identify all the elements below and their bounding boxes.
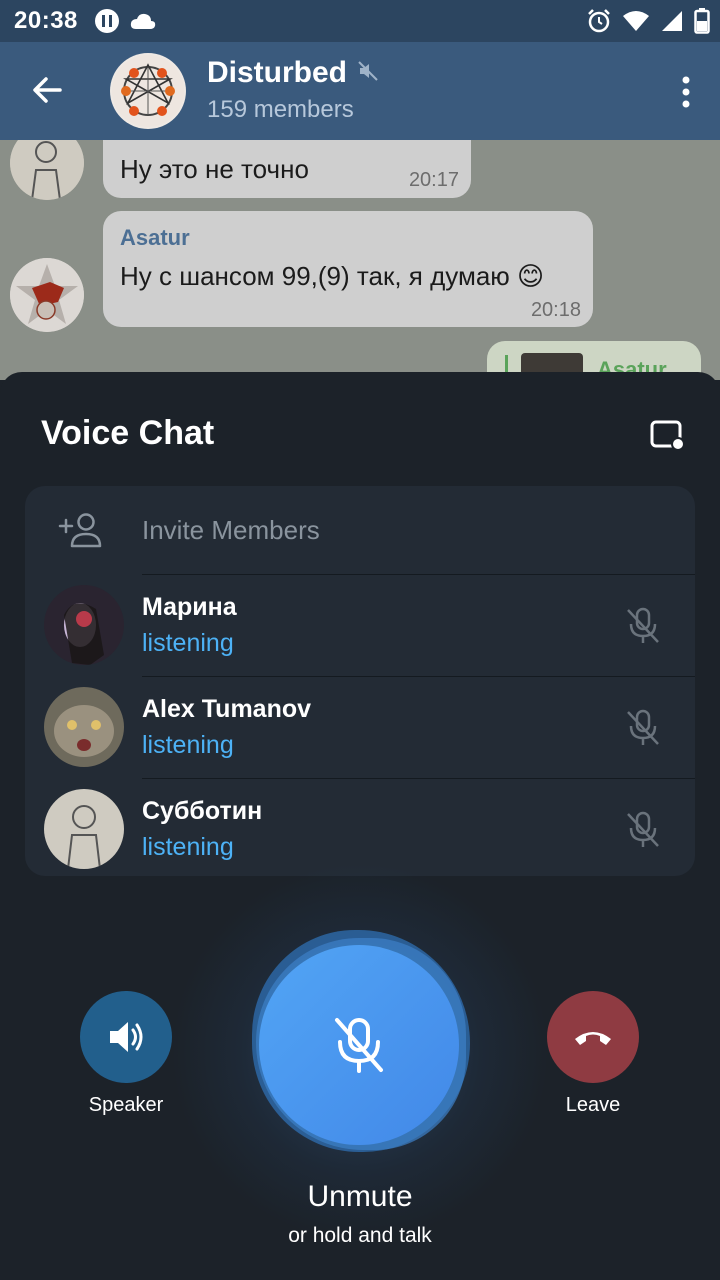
status-time: 20:38 [14, 7, 78, 34]
signal-icon [660, 9, 684, 38]
more-menu-icon[interactable] [678, 74, 694, 110]
participant-row[interactable]: Марина listening [25, 574, 695, 676]
group-avatar[interactable] [110, 53, 186, 129]
muted-mic-icon [335, 1018, 383, 1073]
pause-circle-icon [94, 8, 120, 39]
message-time: 20:18 [530, 299, 581, 321]
leave-button[interactable] [547, 991, 639, 1083]
message-text: Ну с шансом 99,(9) так, я думаю 😊 [120, 261, 545, 291]
participant-name: Alex Tumanov [142, 695, 312, 723]
voice-chat-title: Voice Chat [41, 414, 215, 452]
message-bubble[interactable]: Asatur Ну с шансом 99,(9) так, я думаю 😊… [103, 211, 593, 327]
participant-status: listening [142, 731, 234, 759]
divider [142, 778, 695, 779]
add-user-icon [58, 512, 104, 548]
muted-mic-icon [625, 708, 661, 748]
speaker-label: Speaker [88, 1094, 164, 1116]
muted-mic-icon [625, 606, 661, 646]
invite-members-label: Invite Members [142, 515, 320, 545]
message-bubble[interactable]: Ну это не точно 20:17 [103, 140, 471, 198]
speaker-button[interactable] [80, 991, 172, 1083]
unmute-button[interactable] [259, 945, 459, 1145]
participant-name: Марина [142, 593, 237, 621]
user-avatar[interactable] [10, 140, 84, 200]
hang-up-icon [575, 1032, 611, 1045]
alarm-icon [586, 8, 612, 39]
muted-mic-icon [625, 810, 661, 850]
user-avatar[interactable] [10, 258, 84, 332]
battery-icon [694, 8, 710, 39]
participants-list: Invite Members Марина listening Alex Tum… [25, 486, 695, 876]
chat-header: Disturbed 159 members [0, 42, 720, 140]
participant-avatar [44, 687, 124, 767]
status-bar: 20:38 [0, 0, 720, 42]
message-sender[interactable]: Asatur [120, 225, 190, 251]
muted-speaker-icon [357, 60, 379, 87]
chat-area: Ну это не точно 20:17 Asatur Ну с шансом… [0, 140, 720, 380]
invite-members-row[interactable]: Invite Members [25, 486, 695, 574]
speaker-icon [110, 1022, 143, 1052]
participant-status: listening [142, 833, 234, 861]
participant-avatar [44, 789, 124, 869]
participant-name: Субботин [142, 797, 263, 825]
voice-chat-sheet: Voice Chat Invite Members Марина listeni… [0, 372, 720, 1280]
divider [142, 676, 695, 677]
group-title[interactable]: Disturbed [207, 56, 347, 90]
participant-row[interactable]: Alex Tumanov listening [25, 676, 695, 778]
member-count: 159 members [207, 96, 354, 123]
back-arrow-icon[interactable] [28, 70, 68, 110]
cloud-icon [130, 11, 156, 36]
picture-in-picture-icon[interactable] [650, 420, 686, 451]
participant-status: listening [142, 629, 234, 657]
divider [142, 574, 695, 575]
hold-to-talk-hint: or hold and talk [288, 1224, 432, 1247]
leave-label: Leave [565, 1094, 621, 1116]
message-text: Ну это не точно [120, 154, 309, 184]
message-time: 20:17 [408, 169, 459, 191]
wifi-icon [622, 9, 650, 38]
unmute-label: Unmute [307, 1180, 413, 1213]
participant-avatar [44, 585, 124, 665]
